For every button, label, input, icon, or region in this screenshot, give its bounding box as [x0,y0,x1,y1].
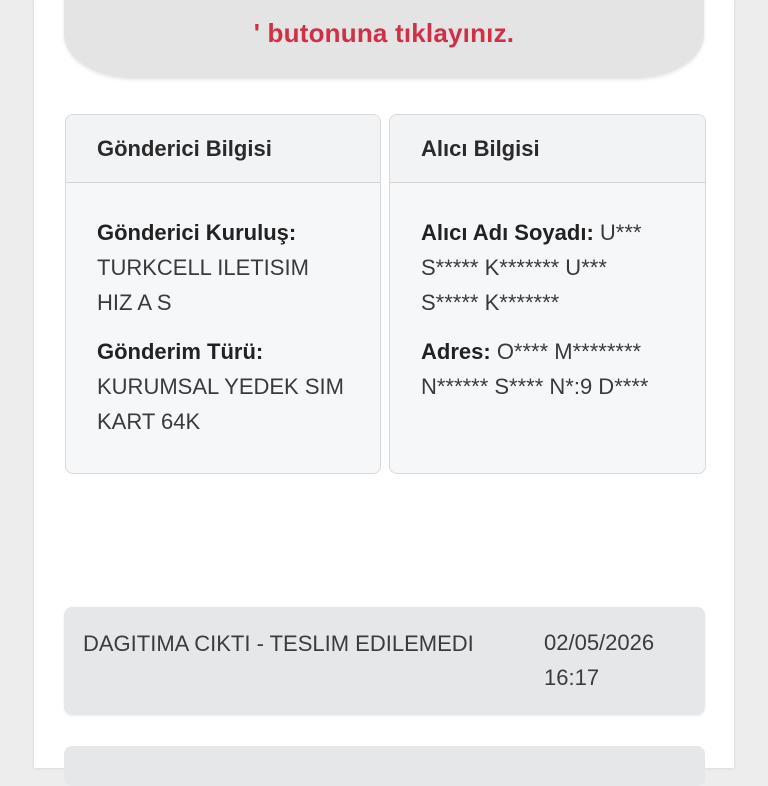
receiver-address-label: Adres: [421,339,491,364]
receiver-address-field: Adres: O**** M******** N****** S**** N*:… [421,334,683,404]
shipment-type-label: Gönderim Türü: [97,339,264,364]
sender-card-title: Gönderici Bilgisi [66,115,380,183]
shipment-type-field: Gönderim Türü: KURUMSAL YEDEK SIM KART 6… [97,334,356,439]
receiver-card-title: Alıcı Bilgisi [390,115,705,183]
receiver-name-field: Alıcı Adı Soyadı: U*** S***** K******* U… [421,215,661,320]
status-datetime: 02/05/2026 16:17 [544,625,654,695]
tracking-status-row[interactable]: DAGITIMA CIKTI - TESLIM EDILEMEDI 02/05/… [64,607,705,715]
sender-org-value: TURKCELL ILETISIM HIZ A S [97,255,309,315]
sender-info-card: Gönderici Bilgisi Gönderici Kuruluş: TUR… [65,114,381,474]
receiver-name-label: Alıcı Adı Soyadı: [421,220,594,245]
status-time: 16:17 [544,665,600,690]
sender-org-field: Gönderici Kuruluş: TURKCELL ILETISIM HIZ… [97,215,356,320]
info-banner: ' butonuna tıklayınız. [64,0,704,78]
banner-text: ' butonuna tıklayınız. [253,18,515,48]
receiver-info-card: Alıcı Bilgisi Alıcı Adı Soyadı: U*** S**… [389,114,706,474]
tracking-status-row-partial[interactable] [64,746,705,786]
sender-org-label: Gönderici Kuruluş: [97,220,297,245]
status-description: DAGITIMA CIKTI - TESLIM EDILEMEDI [83,631,474,656]
shipment-type-value: KURUMSAL YEDEK SIM KART 64K [97,374,344,434]
status-date: 02/05/2026 [544,630,655,655]
